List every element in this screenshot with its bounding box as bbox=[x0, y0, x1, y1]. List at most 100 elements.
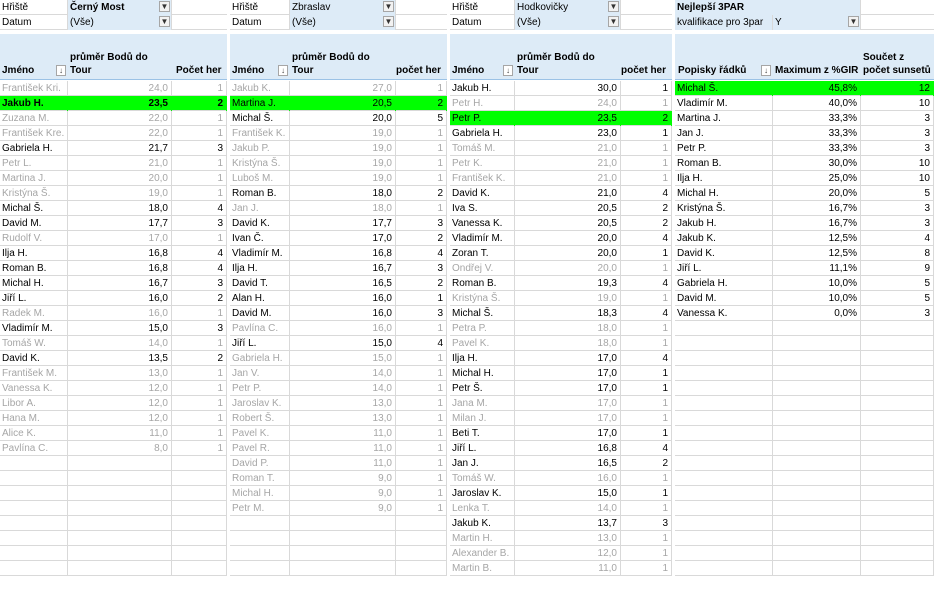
table-row[interactable]: Alexander B. 12,0 1 bbox=[450, 546, 672, 561]
table-row[interactable]: František Kre. 22,0 1 bbox=[0, 126, 227, 141]
table-row[interactable]: Michal H. 17,0 1 bbox=[450, 366, 672, 381]
table-row[interactable]: Michal Š. 45,8% 12 bbox=[675, 81, 934, 96]
table-row[interactable]: Tomáš M. 21,0 1 bbox=[450, 141, 672, 156]
sort-icon[interactable]: ↓ bbox=[503, 65, 513, 76]
table-row[interactable]: Gabriela H. 21,7 3 bbox=[0, 141, 227, 156]
table-row[interactable]: Michal H. 9,0 1 bbox=[230, 486, 447, 501]
table-row[interactable]: Tomáš W. 14,0 1 bbox=[0, 336, 227, 351]
table-row[interactable]: Radek M. 16,0 1 bbox=[0, 306, 227, 321]
table-row[interactable]: David M. 10,0% 5 bbox=[675, 291, 934, 306]
table-row[interactable]: Ilja H. 25,0% 10 bbox=[675, 171, 934, 186]
table-row[interactable]: Alan H. 16,0 1 bbox=[230, 291, 447, 306]
table-row[interactable]: Milan J. 17,0 1 bbox=[450, 411, 672, 426]
table-row[interactable]: Beti T. 17,0 1 bbox=[450, 426, 672, 441]
table-row[interactable]: Martina J. 20,5 2 bbox=[230, 96, 447, 111]
table-row[interactable]: František Kri. 24,0 1 bbox=[0, 81, 227, 96]
table-row[interactable]: Jakub P. 19,0 1 bbox=[230, 141, 447, 156]
table-row[interactable]: Roman B. 18,0 2 bbox=[230, 186, 447, 201]
table-row[interactable]: Jan J. 33,3% 3 bbox=[675, 126, 934, 141]
table-row[interactable]: Jana M. 17,0 1 bbox=[450, 396, 672, 411]
table-row[interactable]: Jiří L. 15,0 4 bbox=[230, 336, 447, 351]
chevron-down-icon[interactable]: ▼ bbox=[159, 16, 170, 27]
table-row[interactable]: Gabriela H. 23,0 1 bbox=[450, 126, 672, 141]
table-row[interactable]: Jaroslav K. 13,0 1 bbox=[230, 396, 447, 411]
table-row[interactable]: Pavlína C. 16,0 1 bbox=[230, 321, 447, 336]
sort-icon[interactable]: ↓ bbox=[56, 65, 66, 76]
table-row[interactable]: František M. 13,0 1 bbox=[0, 366, 227, 381]
table-row[interactable]: Luboš M. 19,0 1 bbox=[230, 171, 447, 186]
table-row[interactable]: Petr L. 21,0 1 bbox=[0, 156, 227, 171]
table-row[interactable]: Pavel K. 11,0 1 bbox=[230, 426, 447, 441]
table-row[interactable]: Kristýna Š. 16,7% 3 bbox=[675, 201, 934, 216]
table-row[interactable]: Zuzana M. 22,0 1 bbox=[0, 111, 227, 126]
table-row[interactable]: Kristýna Š. 19,0 1 bbox=[230, 156, 447, 171]
table-row[interactable]: Jakub H. 23,5 2 bbox=[0, 96, 227, 111]
table-row[interactable]: Martina J. 20,0 1 bbox=[0, 171, 227, 186]
table-row[interactable]: Roman T. 9,0 1 bbox=[230, 471, 447, 486]
table-row[interactable]: František K. 21,0 1 bbox=[450, 171, 672, 186]
table-row[interactable]: František K. 19,0 1 bbox=[230, 126, 447, 141]
table-row[interactable]: Martina J. 33,3% 3 bbox=[675, 111, 934, 126]
table-row[interactable]: Jan J. 16,5 2 bbox=[450, 456, 672, 471]
table-row[interactable]: Ilja H. 17,0 4 bbox=[450, 351, 672, 366]
table-row[interactable]: Michal Š. 18,3 4 bbox=[450, 306, 672, 321]
table-row[interactable]: Roman B. 19,3 4 bbox=[450, 276, 672, 291]
table-row[interactable]: Petr P. 14,0 1 bbox=[230, 381, 447, 396]
chevron-down-icon[interactable]: ▼ bbox=[608, 1, 619, 12]
table-row[interactable]: Zoran T. 20,0 1 bbox=[450, 246, 672, 261]
table-row[interactable]: Hana M. 12,0 1 bbox=[0, 411, 227, 426]
table-row[interactable]: Jakub H. 16,7% 3 bbox=[675, 216, 934, 231]
table-row[interactable]: Rudolf V. 17,0 1 bbox=[0, 231, 227, 246]
chevron-down-icon[interactable]: ▼ bbox=[383, 1, 394, 12]
table-row[interactable]: Vladimír M. 40,0% 10 bbox=[675, 96, 934, 111]
table-row[interactable]: Lenka T. 14,0 1 bbox=[450, 501, 672, 516]
table-row[interactable]: Libor A. 12,0 1 bbox=[0, 396, 227, 411]
table-row[interactable]: Pavel R. 11,0 1 bbox=[230, 441, 447, 456]
table-row[interactable]: David T. 16,5 2 bbox=[230, 276, 447, 291]
table-row[interactable]: Pavlína C. 8,0 1 bbox=[0, 441, 227, 456]
chevron-down-icon[interactable]: ▼ bbox=[608, 16, 619, 27]
table-row[interactable]: Jan J. 18,0 1 bbox=[230, 201, 447, 216]
table-row[interactable]: Iva S. 20,5 2 bbox=[450, 201, 672, 216]
table-row[interactable]: David K. 21,0 4 bbox=[450, 186, 672, 201]
table-row[interactable]: Robert Š. 13,0 1 bbox=[230, 411, 447, 426]
table-row[interactable]: Roman B. 16,8 4 bbox=[0, 261, 227, 276]
sort-icon[interactable]: ↓ bbox=[761, 65, 771, 76]
table-row[interactable]: David M. 17,7 3 bbox=[0, 216, 227, 231]
chevron-down-icon[interactable]: ▼ bbox=[383, 16, 394, 27]
table-row[interactable]: Jakub K. 27,0 1 bbox=[230, 81, 447, 96]
table-row[interactable]: Michal H. 20,0% 5 bbox=[675, 186, 934, 201]
table-row[interactable]: Petr P. 23,5 2 bbox=[450, 111, 672, 126]
sort-icon[interactable]: ↓ bbox=[278, 65, 288, 76]
table-row[interactable]: Ilja H. 16,7 3 bbox=[230, 261, 447, 276]
table-row[interactable]: Michal Š. 18,0 4 bbox=[0, 201, 227, 216]
table-row[interactable]: David K. 17,7 3 bbox=[230, 216, 447, 231]
table-row[interactable]: Petr M. 9,0 1 bbox=[230, 501, 447, 516]
table-row[interactable]: Michal Š. 20,0 5 bbox=[230, 111, 447, 126]
table-row[interactable]: Petr H. 24,0 1 bbox=[450, 96, 672, 111]
table-row[interactable]: Jakub K. 13,7 3 bbox=[450, 516, 672, 531]
table-row[interactable]: Kristýna Š. 19,0 1 bbox=[0, 186, 227, 201]
table-row[interactable]: Ilja H. 16,8 4 bbox=[0, 246, 227, 261]
table-row[interactable]: Gabriela H. 10,0% 5 bbox=[675, 276, 934, 291]
table-row[interactable]: Martin B. 11,0 1 bbox=[450, 561, 672, 576]
table-row[interactable]: Kristýna Š. 19,0 1 bbox=[450, 291, 672, 306]
table-row[interactable]: David P. 11,0 1 bbox=[230, 456, 447, 471]
table-row[interactable]: Jiří L. 16,0 2 bbox=[0, 291, 227, 306]
table-row[interactable]: Ondřej V. 20,0 1 bbox=[450, 261, 672, 276]
table-row[interactable]: David K. 12,5% 8 bbox=[675, 246, 934, 261]
table-row[interactable]: David M. 16,0 3 bbox=[230, 306, 447, 321]
table-row[interactable]: Vanessa K. 0,0% 3 bbox=[675, 306, 934, 321]
table-row[interactable]: Martin H. 13,0 1 bbox=[450, 531, 672, 546]
table-row[interactable]: Vladimír M. 20,0 4 bbox=[450, 231, 672, 246]
table-row[interactable]: Gabriela H. 15,0 1 bbox=[230, 351, 447, 366]
table-row[interactable]: Jakub H. 30,0 1 bbox=[450, 81, 672, 96]
table-row[interactable]: Ivan Č. 17,0 2 bbox=[230, 231, 447, 246]
table-row[interactable]: Roman B. 30,0% 10 bbox=[675, 156, 934, 171]
table-row[interactable]: Vladimír M. 15,0 3 bbox=[0, 321, 227, 336]
table-row[interactable]: Alice K. 11,0 1 bbox=[0, 426, 227, 441]
table-row[interactable]: Vladimír M. 16,8 4 bbox=[230, 246, 447, 261]
table-row[interactable]: Petr Š. 17,0 1 bbox=[450, 381, 672, 396]
table-row[interactable]: Jiří L. 11,1% 9 bbox=[675, 261, 934, 276]
table-row[interactable]: Petr K. 21,0 1 bbox=[450, 156, 672, 171]
